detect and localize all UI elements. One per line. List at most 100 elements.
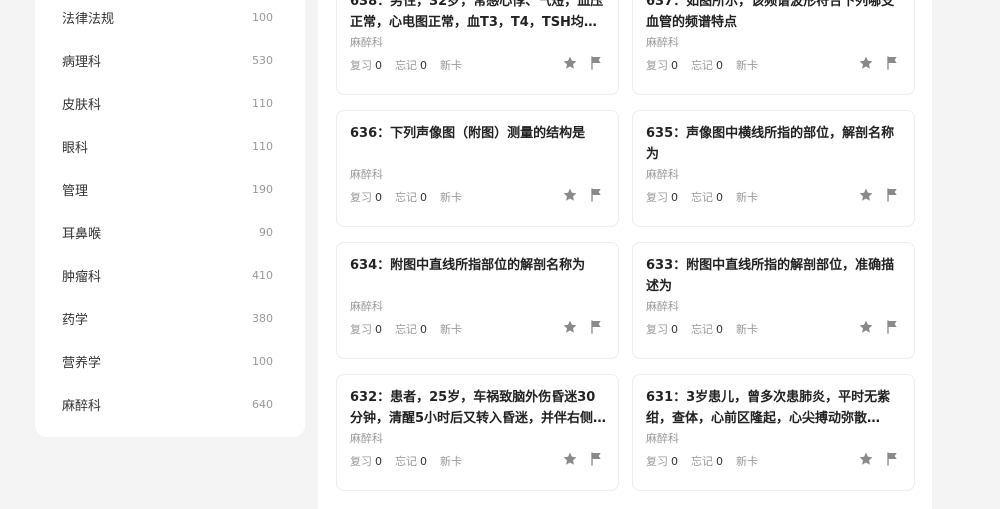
forget-stat: 忘记 0 (395, 191, 427, 204)
review-stat: 复习 0 (646, 59, 678, 72)
card-title[interactable]: 637：如图所示，该频谱波形符合下列哪支血管的频谱特点 (646, 0, 904, 33)
star-icon[interactable] (562, 319, 578, 335)
card-title[interactable]: 634：附图中直线所指部位的解剖名称为 (350, 255, 608, 276)
star-icon[interactable] (858, 55, 874, 71)
card-stats: 复习 0 忘记 0 新卡 (350, 321, 462, 337)
flag-icon[interactable] (884, 451, 900, 467)
sidebar-item-count: 380 (252, 312, 273, 325)
new-card-link[interactable]: 新卡 (736, 453, 758, 469)
review-stat: 复习 0 (646, 323, 678, 336)
forget-stat: 忘记 0 (691, 455, 723, 468)
card-grid: 638：男性，32岁，常感心悸、气短，血压正常，心电图正常，血T3，T4，TSH… (318, 0, 932, 509)
review-stat: 复习 0 (350, 59, 382, 72)
sidebar-item-ophthalmology[interactable]: 眼科 110 (35, 125, 305, 168)
question-card[interactable]: 638：男性，32岁，常感心悸、气短，血压正常，心电图正常，血T3，T4，TSH… (336, 0, 619, 95)
category-sidebar: 法律法规 100 病理科 530 皮肤科 110 眼科 110 管理 190 耳… (35, 0, 305, 437)
new-card-link[interactable]: 新卡 (440, 321, 462, 337)
flag-icon[interactable] (884, 187, 900, 203)
review-stat: 复习 0 (350, 323, 382, 336)
sidebar-item-count: 100 (252, 11, 273, 24)
card-actions (858, 55, 900, 71)
card-subject: 麻醉科 (646, 36, 679, 49)
sidebar-item-pathology[interactable]: 病理科 530 (35, 39, 305, 82)
card-stats: 复习 0 忘记 0 新卡 (646, 453, 758, 469)
card-title[interactable]: 635：声像图中横线所指的部位，解剖名称为 (646, 123, 904, 165)
card-title[interactable]: 633：附图中直线所指的解剖部位，准确描述为 (646, 255, 904, 297)
star-icon[interactable] (562, 451, 578, 467)
card-actions (858, 319, 900, 335)
forget-stat: 忘记 0 (691, 191, 723, 204)
card-title[interactable]: 632：患者，25岁，车祸致脑外伤昏迷30分钟，清醒5小时后又转入昏迷，并伴右侧… (350, 387, 608, 429)
flag-icon[interactable] (588, 319, 604, 335)
sidebar-item-label: 麻醉科 (62, 399, 102, 414)
star-icon[interactable] (858, 319, 874, 335)
sidebar-item-pharmacy[interactable]: 药学 380 (35, 297, 305, 340)
sidebar-item-count: 530 (252, 54, 273, 67)
review-stat: 复习 0 (350, 191, 382, 204)
review-stat: 复习 0 (646, 455, 678, 468)
new-card-link[interactable]: 新卡 (440, 189, 462, 205)
card-actions (562, 187, 604, 203)
sidebar-item-count: 190 (252, 183, 273, 196)
card-title[interactable]: 638：男性，32岁，常感心悸、气短，血压正常，心电图正常，血T3，T4，TSH… (350, 0, 608, 33)
card-subject: 麻醉科 (646, 300, 679, 313)
new-card-link[interactable]: 新卡 (440, 453, 462, 469)
sidebar-item-label: 法律法规 (62, 12, 115, 27)
sidebar-item-dermatology[interactable]: 皮肤科 110 (35, 82, 305, 125)
sidebar-item-label: 药学 (62, 313, 89, 328)
flag-icon[interactable] (588, 451, 604, 467)
question-card[interactable]: 636：下列声像图（附图）测量的结构是 麻醉科 复习 0 忘记 0 新卡 (336, 110, 619, 227)
star-icon[interactable] (858, 187, 874, 203)
new-card-link[interactable]: 新卡 (440, 57, 462, 73)
sidebar-item-nutrition[interactable]: 营养学 100 (35, 340, 305, 383)
card-subject: 麻醉科 (646, 168, 679, 181)
sidebar-item-label: 管理 (62, 184, 89, 199)
sidebar-item-count: 640 (252, 398, 273, 411)
flag-icon[interactable] (588, 187, 604, 203)
question-card[interactable]: 635：声像图中横线所指的部位，解剖名称为 麻醉科 复习 0 忘记 0 新卡 (632, 110, 915, 227)
review-stat: 复习 0 (646, 191, 678, 204)
star-icon[interactable] (858, 451, 874, 467)
sidebar-item-label: 皮肤科 (62, 98, 102, 113)
sidebar-item-ent[interactable]: 耳鼻喉 90 (35, 211, 305, 254)
star-icon[interactable] (562, 55, 578, 71)
forget-stat: 忘记 0 (395, 59, 427, 72)
forget-stat: 忘记 0 (691, 323, 723, 336)
flag-icon[interactable] (884, 55, 900, 71)
sidebar-item-law[interactable]: 法律法规 100 (35, 0, 305, 39)
card-actions (562, 451, 604, 467)
question-card[interactable]: 631：3岁患儿，曾多次患肺炎，平时无紫绀，查体，心前区隆起，心尖搏动弥散… 麻… (632, 374, 915, 491)
card-title[interactable]: 631：3岁患儿，曾多次患肺炎，平时无紫绀，查体，心前区隆起，心尖搏动弥散… (646, 387, 904, 429)
new-card-link[interactable]: 新卡 (736, 321, 758, 337)
sidebar-item-label: 肿瘤科 (62, 270, 102, 285)
flag-icon[interactable] (588, 55, 604, 71)
card-stats: 复习 0 忘记 0 新卡 (646, 189, 758, 205)
sidebar-item-label: 耳鼻喉 (62, 227, 102, 242)
sidebar-item-anesthesiology[interactable]: 麻醉科 640 (35, 383, 305, 426)
sidebar-item-count: 100 (252, 355, 273, 368)
card-subject: 麻醉科 (350, 168, 383, 181)
card-stats: 复习 0 忘记 0 新卡 (646, 321, 758, 337)
review-stat: 复习 0 (350, 455, 382, 468)
question-card[interactable]: 634：附图中直线所指部位的解剖名称为 麻醉科 复习 0 忘记 0 新卡 (336, 242, 619, 359)
question-card[interactable]: 633：附图中直线所指的解剖部位，准确描述为 麻醉科 复习 0 忘记 0 新卡 (632, 242, 915, 359)
question-card[interactable]: 632：患者，25岁，车祸致脑外伤昏迷30分钟，清醒5小时后又转入昏迷，并伴右侧… (336, 374, 619, 491)
sidebar-item-count: 410 (252, 269, 273, 282)
card-title[interactable]: 636：下列声像图（附图）测量的结构是 (350, 123, 608, 144)
flag-icon[interactable] (884, 319, 900, 335)
sidebar-item-oncology[interactable]: 肿瘤科 410 (35, 254, 305, 297)
new-card-link[interactable]: 新卡 (736, 57, 758, 73)
card-actions (858, 451, 900, 467)
card-actions (562, 319, 604, 335)
sidebar-item-count: 110 (252, 97, 273, 110)
sidebar-item-label: 营养学 (62, 356, 102, 371)
card-actions (562, 55, 604, 71)
forget-stat: 忘记 0 (395, 323, 427, 336)
question-card[interactable]: 637：如图所示，该频谱波形符合下列哪支血管的频谱特点 麻醉科 复习 0 忘记 0 … (632, 0, 915, 95)
new-card-link[interactable]: 新卡 (736, 189, 758, 205)
card-actions (858, 187, 900, 203)
sidebar-item-management[interactable]: 管理 190 (35, 168, 305, 211)
sidebar-item-label: 病理科 (62, 55, 102, 70)
sidebar-item-label: 眼科 (62, 141, 89, 156)
star-icon[interactable] (562, 187, 578, 203)
